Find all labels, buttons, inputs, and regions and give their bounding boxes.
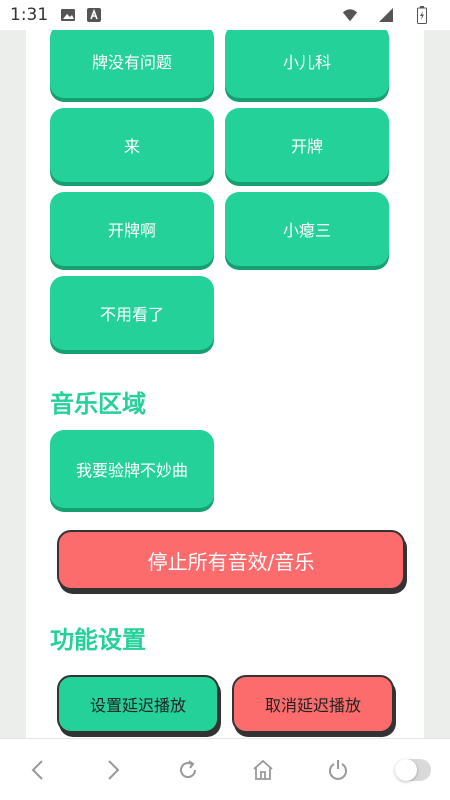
toggle-switch[interactable] (394, 752, 431, 788)
sound-button-5[interactable]: 开牌啊 (50, 192, 214, 266)
music-section-title: 音乐区域 (50, 390, 146, 418)
sound-button-grid: 牌没有问题 小儿科 来 开牌 开牌啊 小瘪三 不用看了 (50, 30, 390, 350)
image-icon (60, 7, 76, 23)
battery-icon (414, 6, 430, 24)
sound-button-1[interactable]: 牌没有问题 (50, 30, 214, 98)
stop-all-button[interactable]: 停止所有音效/音乐 (57, 530, 405, 590)
home-icon[interactable] (245, 752, 281, 788)
notification-a-icon (86, 7, 102, 23)
refresh-icon[interactable] (170, 752, 206, 788)
sound-button-4[interactable]: 开牌 (225, 108, 389, 182)
forward-icon[interactable] (95, 752, 131, 788)
cancel-delay-button[interactable]: 取消延迟播放 (232, 675, 394, 733)
signal-icon (378, 7, 394, 23)
status-bar: 1:31 (0, 0, 450, 30)
power-icon[interactable] (320, 752, 356, 788)
left-gutter (0, 30, 26, 738)
status-time: 1:31 (10, 5, 49, 25)
toggle-knob (394, 758, 417, 781)
wifi-icon (342, 7, 358, 23)
content-area: 牌没有问题 小儿科 来 开牌 开牌啊 小瘪三 不用看了 音乐区域 我要验牌不妙曲… (26, 30, 424, 738)
music-button[interactable]: 我要验牌不妙曲 (50, 430, 214, 508)
sound-button-3[interactable]: 来 (50, 108, 214, 182)
sound-button-6[interactable]: 小瘪三 (225, 192, 389, 266)
bottom-nav (0, 738, 450, 800)
back-icon[interactable] (20, 752, 56, 788)
right-gutter (424, 30, 450, 738)
settings-section-title: 功能设置 (50, 626, 146, 654)
set-delay-button[interactable]: 设置延迟播放 (57, 675, 219, 733)
sound-button-2[interactable]: 小儿科 (225, 30, 389, 98)
sound-button-7[interactable]: 不用看了 (50, 276, 214, 350)
toggle-track (394, 758, 431, 781)
